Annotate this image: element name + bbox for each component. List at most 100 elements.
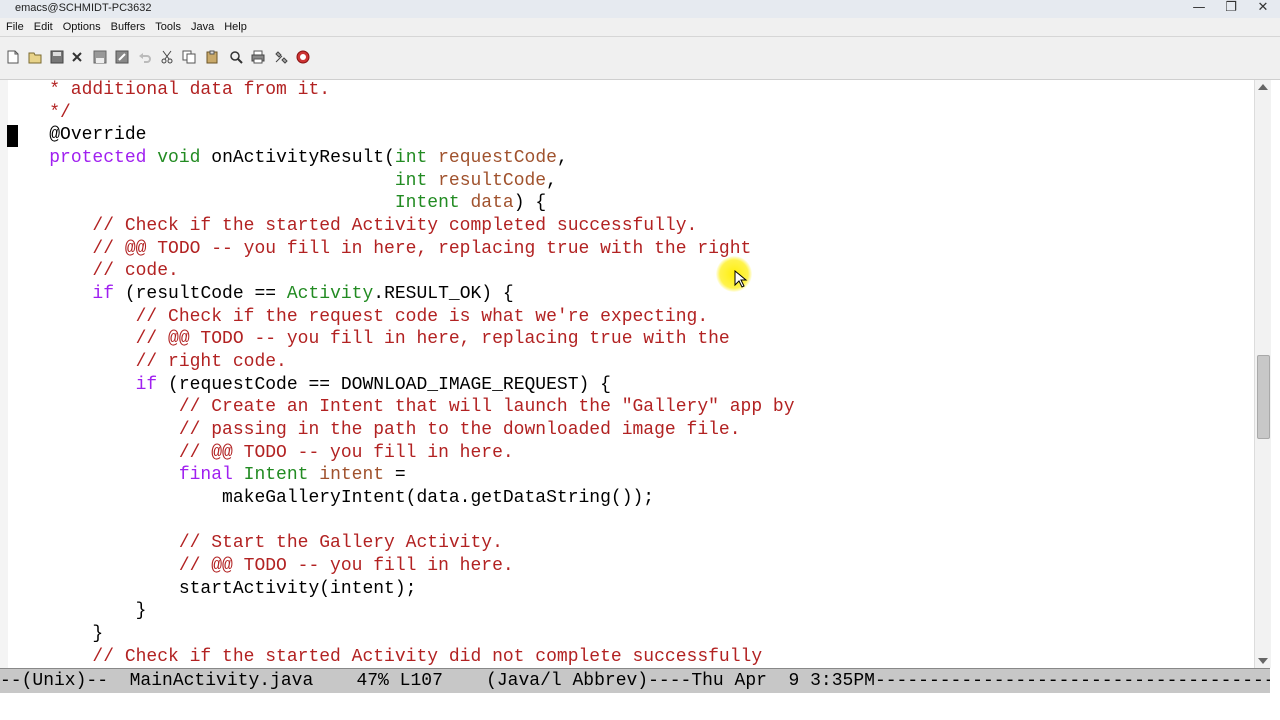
scroll-down-arrow-icon[interactable] [1258,658,1268,664]
code-token: , [546,170,557,191]
code-token: Intent [243,465,309,486]
code-token: // @@ TODO -- you fill in here. [6,442,514,463]
code-token: protected [49,148,147,168]
code-line[interactable]: // code. [6,260,179,282]
menu-options[interactable]: Options [63,21,101,33]
save-disk-icon[interactable] [93,50,107,64]
cut-icon[interactable] [160,50,174,64]
code-line[interactable]: @Override [6,124,146,146]
mode-line: --(Unix)-- MainActivity.java 47% L107 (J… [0,668,1270,694]
code-line[interactable]: // passing in the path to the downloaded… [6,419,741,441]
window-titlebar: emacs@SCHMIDT-PC3632 — ❐ ✕ [0,0,1280,19]
code-token: * additional data from it. [6,80,331,100]
code-line[interactable]: makeGalleryIntent(data.getDataString()); [6,487,654,509]
vertical-scrollbar[interactable] [1254,80,1271,668]
code-token: } [6,624,104,645]
code-token: // Check if the request code is what we'… [6,306,709,327]
scroll-thumb[interactable] [1257,355,1270,439]
code-token: // passing in the path to the downloaded… [6,420,741,441]
new-file-icon[interactable] [6,50,20,64]
code-line[interactable]: */ [6,102,71,124]
code-token: // @@ TODO -- you fill in here. [6,556,514,577]
paste-icon[interactable] [205,50,219,64]
code-line[interactable]: protected void onActivityResult(int requ… [6,147,568,169]
code-token: // @@ TODO -- you fill in here, replacin… [6,329,730,350]
code-line[interactable]: // Check if the started Activity complet… [6,215,697,237]
code-token: = [384,465,406,486]
code-token: onActivityResult( [200,148,395,168]
code-line[interactable]: if (resultCode == Activity.RESULT_OK) { [6,283,514,305]
search-icon[interactable] [229,50,243,64]
code-token: final [178,465,233,486]
code-line[interactable]: // Check if the request code is what we'… [6,306,709,328]
menu-file[interactable]: File [6,21,24,33]
code-token: void [157,148,201,168]
minibuffer[interactable] [0,693,1280,720]
code-line[interactable]: } [6,623,103,645]
code-line[interactable]: } [6,600,147,622]
code-token: int [394,170,428,191]
code-line[interactable]: int resultCode, [6,170,557,192]
code-token: data [470,193,514,214]
scroll-up-arrow-icon[interactable] [1258,84,1268,90]
code-line[interactable]: // @@ TODO -- you fill in here, replacin… [6,238,751,260]
code-token: if [135,374,158,395]
code-token: Intent [394,193,460,214]
save-as-icon[interactable] [115,50,129,64]
code-line[interactable]: // Check if the started Activity did not… [6,646,762,668]
save-icon[interactable] [50,50,64,64]
code-token: if [92,284,115,305]
close-button[interactable]: ✕ [1254,0,1272,16]
toolbar [0,37,1280,80]
code-token: // Start the Gallery Activity. [6,533,503,554]
window-title: emacs@SCHMIDT-PC3632 [15,2,152,14]
code-line[interactable]: // right code. [6,351,287,373]
code-line[interactable]: // @@ TODO -- you fill in here. [6,442,514,464]
code-token: (resultCode == [114,284,287,305]
code-token: } [6,601,147,622]
menu-bar: File Edit Options Buffers Tools Java Hel… [0,18,1280,37]
code-token: // code. [6,261,179,282]
code-line[interactable]: // @@ TODO -- you fill in here. [6,555,514,577]
code-token: // Check if the started Activity complet… [6,216,698,237]
code-line[interactable]: Intent data) { [6,192,546,214]
code-line[interactable]: startActivity(intent); [6,578,417,600]
menu-help[interactable]: Help [224,21,247,33]
maximize-button[interactable]: ❐ [1222,0,1240,16]
code-line[interactable]: * additional data from it. [6,79,330,101]
window-controls: — ❐ ✕ [1190,0,1272,18]
preferences-icon[interactable] [274,50,288,64]
print-icon[interactable] [251,50,265,64]
help-icon[interactable] [296,50,310,64]
code-token: intent [319,465,385,486]
code-token: resultCode [438,170,547,191]
text-cursor [7,125,18,147]
minimize-button[interactable]: — [1190,0,1208,16]
copy-icon[interactable] [182,50,196,64]
menu-tools[interactable]: Tools [155,21,181,33]
code-token: , [556,148,568,168]
menu-edit[interactable]: Edit [34,21,53,33]
menu-java[interactable]: Java [191,21,214,33]
code-token: Activity [286,284,374,305]
undo-icon[interactable] [138,50,152,64]
open-folder-icon[interactable] [28,50,42,64]
code-line[interactable]: if (requestCode == DOWNLOAD_IMAGE_REQUES… [6,374,611,396]
close-x-icon[interactable] [70,50,84,64]
code-token: .RESULT_OK) { [373,284,514,305]
menu-buffers[interactable]: Buffers [111,21,146,33]
code-line[interactable]: // Start the Gallery Activity. [6,532,503,554]
code-line[interactable]: // Create an Intent that will launch the… [6,396,795,418]
code-line[interactable]: // @@ TODO -- you fill in here, replacin… [6,328,730,350]
mouse-pointer-icon [734,270,748,288]
code-line[interactable]: final Intent intent = [6,464,406,486]
